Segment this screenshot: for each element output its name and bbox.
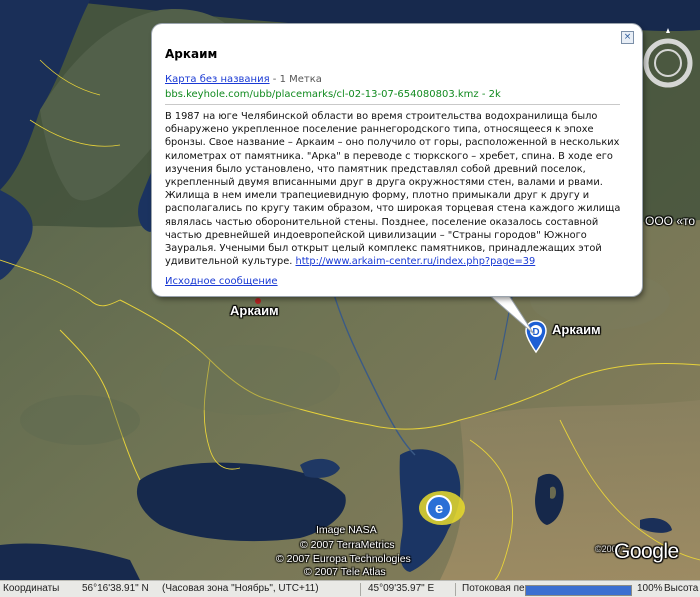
progress-fill (526, 586, 631, 595)
placemark-letter: D (532, 327, 539, 338)
status-bar: Координаты 56°16'38.91" N (Часовая зона … (0, 580, 700, 597)
progress-percent: 100% (637, 583, 663, 594)
streaming-progress (525, 585, 632, 596)
balloon-description: В 1987 на юге Челябинской области во вре… (165, 110, 623, 268)
source-url: bbs.keyhole.com/ubb/placemarks/cl-02-13-… (165, 89, 501, 100)
balloon-source: Карта без названия - 1 Метка (165, 74, 322, 85)
google-earth-view: Аркаим Аркаим ООО «то D e Image NASA © 2… (0, 0, 700, 597)
place-label-ooo[interactable]: ООО «то (645, 214, 695, 228)
description-link[interactable]: http://www.arkaim-center.ru/index.php?pa… (295, 256, 535, 267)
original-message-link[interactable]: Исходное сообщение (165, 276, 278, 287)
altitude-label: Высота (664, 583, 699, 594)
place-label-arkaim[interactable]: Аркаим (230, 303, 279, 318)
credit-europa: © 2007 Europa Technologies (276, 553, 411, 565)
compass-north-icon (666, 28, 670, 33)
coords-label: Координаты (3, 583, 60, 594)
terrain-patch (160, 345, 340, 415)
source-map-link[interactable]: Карта без названия (165, 74, 270, 85)
credit-teleatlas: © 2007 Tele Atlas (304, 566, 386, 578)
google-logo: Google (614, 540, 679, 563)
divider (455, 583, 456, 596)
placemark-pin-icon[interactable]: D (525, 320, 547, 354)
info-balloon: × Аркаим Карта без названия - 1 Метка bb… (152, 24, 642, 296)
divider (165, 104, 620, 105)
latitude: 56°16'38.91" N (82, 583, 149, 594)
divider (360, 583, 361, 596)
longitude: 45°09'35.97" E (368, 583, 435, 594)
place-label-arkaim-marker[interactable]: Аркаим (552, 322, 601, 337)
timezone: (Часовая зона "Ноябрь", UTC+11) (162, 583, 319, 594)
svg-text:e: e (435, 500, 443, 517)
source-count: - 1 Метка (272, 74, 322, 85)
balloon-title: Аркаим (165, 47, 218, 61)
credit-nasa: Image NASA (316, 524, 377, 536)
close-icon[interactable]: × (621, 31, 634, 44)
terrain-patch (20, 395, 140, 445)
description-text: В 1987 на юге Челябинской области во вре… (165, 111, 621, 268)
e-marker-icon[interactable]: e (418, 488, 466, 528)
credit-terrametrics: © 2007 TerraMetrics (300, 539, 395, 551)
